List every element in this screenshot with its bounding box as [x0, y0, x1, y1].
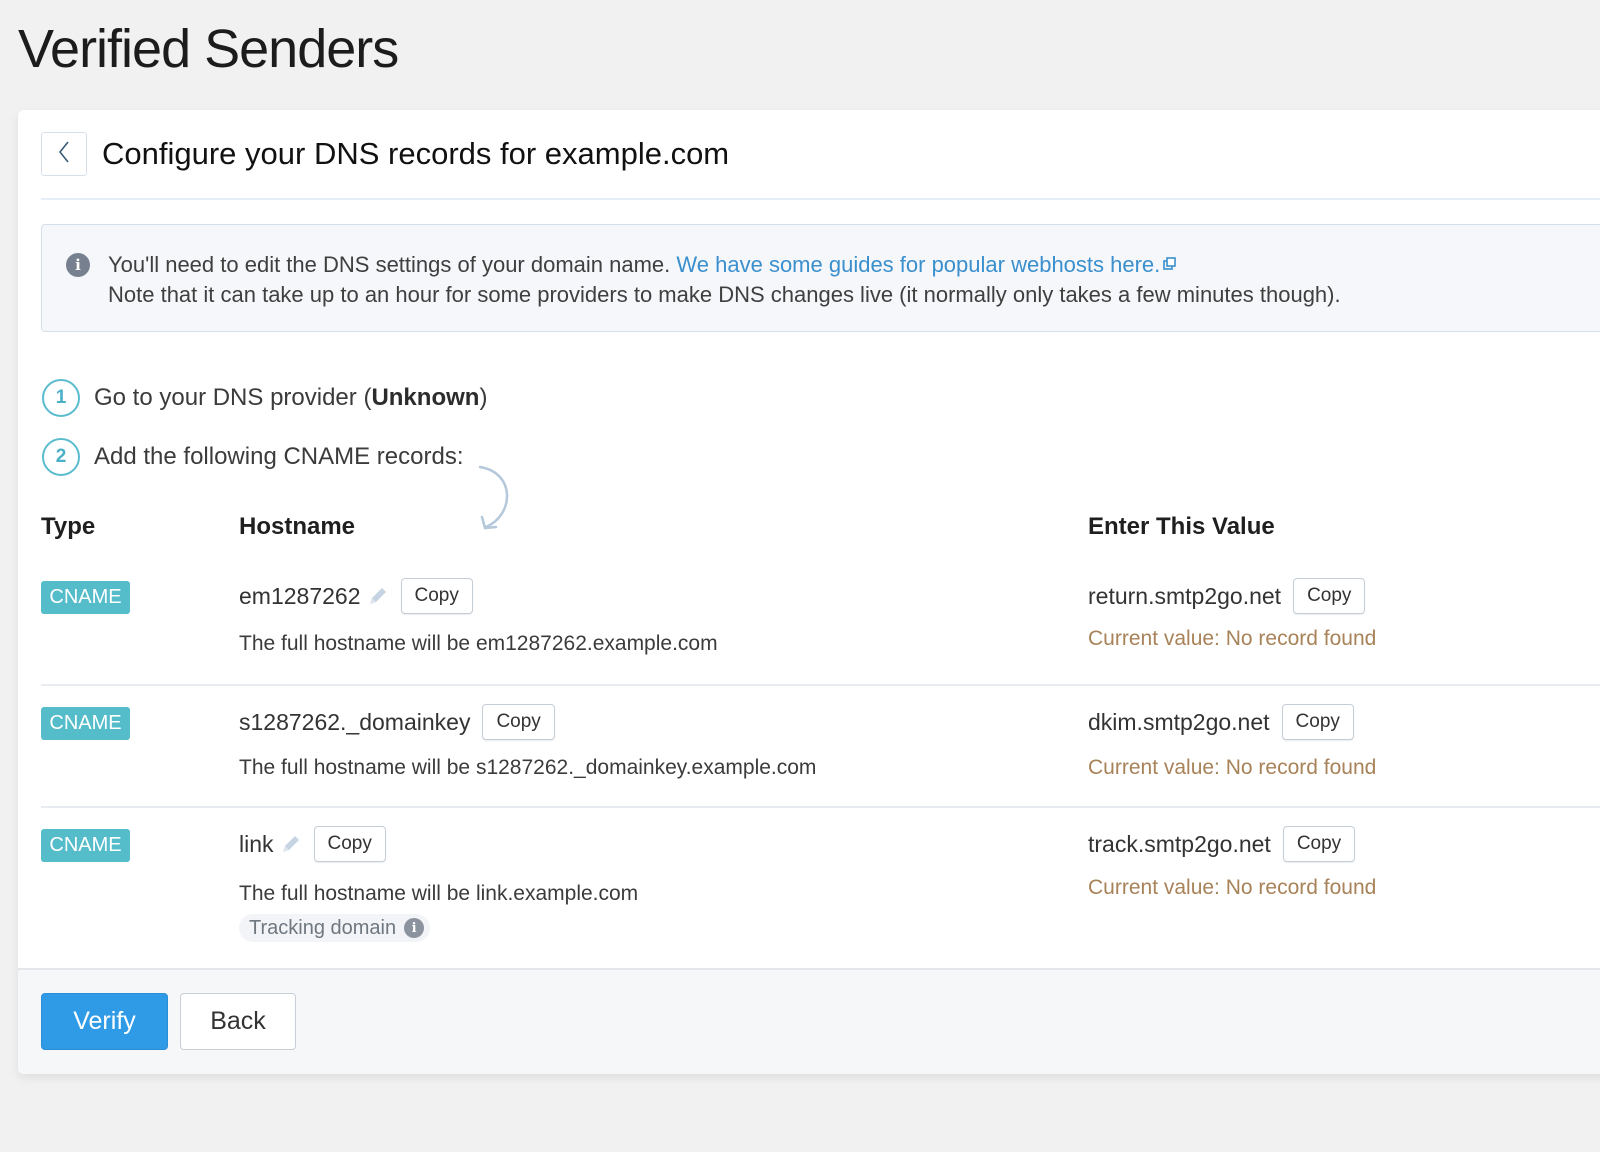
hostname-line: link Copy [239, 826, 386, 862]
value-line: track.smtp2go.net Copy [1088, 826, 1356, 862]
current-value-status: Current value: No record found [1088, 756, 1377, 779]
step-1: 1 Go to your DNS provider (Unknown) [42, 379, 487, 417]
hostname-value: link [239, 830, 274, 857]
tag-label: Tracking domain [249, 916, 397, 939]
webhost-guides-link[interactable]: We have some guides for popular webhosts… [676, 250, 1177, 277]
full-hostname-text: The full hostname will be em1287262.exam… [239, 632, 718, 655]
curved-arrow-icon [476, 465, 516, 540]
info-text: You'll need to edit the DNS settings of … [108, 252, 671, 277]
chevron-left-icon [57, 140, 71, 169]
step-2-text: Add the following CNAME records: [94, 443, 464, 470]
step-number-1: 1 [42, 379, 80, 417]
column-header-value: Enter This Value [1088, 513, 1275, 540]
copy-value-button[interactable]: Copy [1281, 704, 1354, 740]
back-arrow-button[interactable] [41, 132, 87, 176]
card-footer: Verify Back [18, 968, 1600, 1074]
step-1-text: Go to your DNS provider (Unknown) [94, 384, 488, 411]
copy-hostname-button[interactable]: Copy [400, 578, 473, 614]
info-icon[interactable]: i [404, 918, 425, 938]
hostname-value: em1287262 [239, 582, 361, 609]
step-number-2: 2 [42, 438, 80, 476]
page-title: Verified Senders [18, 19, 399, 79]
back-button[interactable]: Back [180, 993, 296, 1050]
cname-value: return.smtp2go.net [1088, 582, 1282, 609]
copy-value-button[interactable]: Copy [1293, 578, 1366, 614]
tracking-domain-tag: Tracking domain i [239, 914, 431, 942]
dns-record-row: CNAME link Copy The full hostname will b… [41, 806, 1600, 968]
dns-record-row: CNAME s1287262._domainkey Copy The full … [41, 684, 1600, 808]
card-title: Configure your DNS records for example.c… [102, 136, 730, 171]
value-line: dkim.smtp2go.net Copy [1088, 704, 1354, 740]
dns-provider-name: Unknown [371, 384, 480, 411]
info-icon: i [66, 253, 90, 277]
info-alert: i You'll need to edit the DNS settings o… [41, 224, 1600, 332]
copy-hostname-button[interactable]: Copy [482, 704, 555, 740]
full-hostname-text: The full hostname will be s1287262._doma… [239, 756, 817, 779]
column-header-hostname: Hostname [239, 513, 356, 540]
verify-button[interactable]: Verify [41, 993, 168, 1050]
copy-hostname-button[interactable]: Copy [313, 826, 386, 862]
info-text-line2: Note that it can take up to an hour for … [108, 282, 1341, 307]
step-2: 2 Add the following CNAME records: [42, 438, 464, 476]
value-line: return.smtp2go.net Copy [1088, 578, 1366, 614]
info-text-line1: You'll need to edit the DNS settings of … [108, 250, 1177, 278]
record-type-badge: CNAME [41, 829, 130, 862]
external-link-icon [1163, 250, 1177, 276]
current-value-status: Current value: No record found [1088, 627, 1377, 650]
hostname-value: s1287262._domainkey [239, 708, 471, 735]
dns-config-card: Configure your DNS records for example.c… [18, 110, 1600, 1074]
card-header: Configure your DNS records for example.c… [41, 130, 1600, 200]
current-value-status: Current value: No record found [1088, 876, 1377, 899]
record-type-badge: CNAME [41, 707, 130, 740]
hostname-line: s1287262._domainkey Copy [239, 704, 555, 740]
pencil-edit-icon[interactable] [367, 585, 389, 607]
column-header-type: Type [41, 513, 96, 540]
dns-record-row: CNAME em1287262 Copy The full hostname w… [41, 558, 1600, 684]
cname-value: track.smtp2go.net [1088, 830, 1271, 857]
pencil-edit-icon[interactable] [280, 833, 302, 855]
copy-value-button[interactable]: Copy [1282, 826, 1356, 862]
cname-value: dkim.smtp2go.net [1088, 708, 1270, 735]
record-type-badge: CNAME [41, 581, 130, 614]
full-hostname-text: The full hostname will be link.example.c… [239, 882, 639, 905]
hostname-line: em1287262 Copy [239, 578, 473, 614]
